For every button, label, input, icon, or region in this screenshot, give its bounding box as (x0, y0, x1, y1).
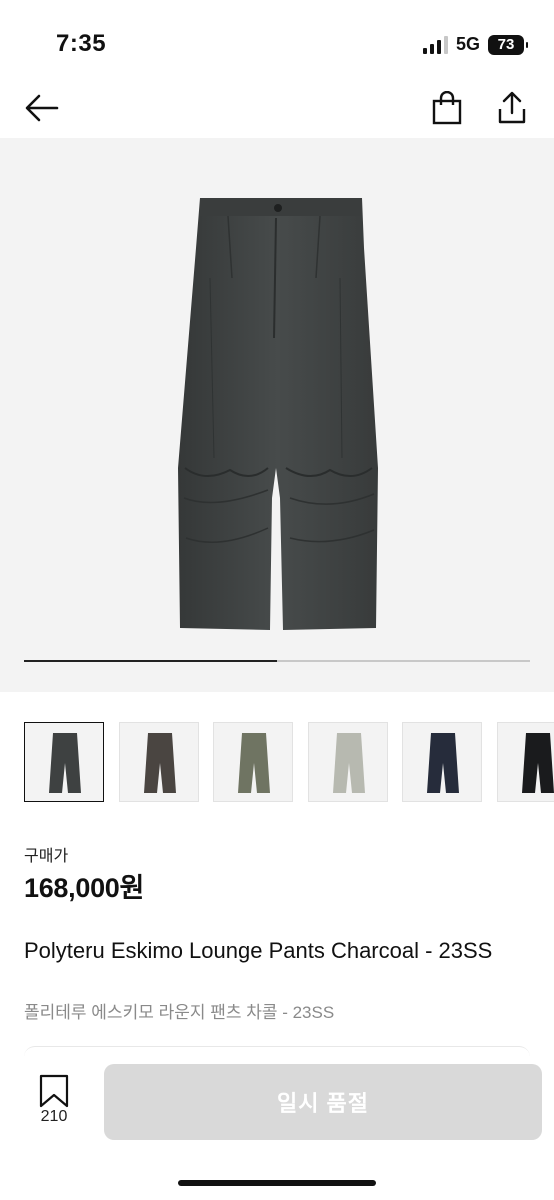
pants-thumbnail-image (49, 733, 81, 793)
nav-bar (0, 80, 554, 136)
status-time: 7:35 (56, 30, 107, 57)
bag-button[interactable] (427, 88, 467, 128)
product-image-carousel[interactable] (0, 138, 554, 692)
pants-thumbnail-image (427, 733, 459, 793)
network-type: 5G (455, 34, 480, 54)
carousel-progress (24, 660, 530, 662)
status-bar: 7:35 5G 73 (0, 0, 554, 80)
status-indicators: 5G 73 (422, 34, 528, 55)
color-thumbnail-black[interactable] (496, 722, 554, 802)
color-thumbnail-charcoal[interactable] (24, 722, 104, 802)
back-button[interactable] (22, 88, 62, 128)
pants-thumbnail-image (521, 733, 554, 793)
sold-out-button[interactable]: 일시 품절 (104, 1064, 542, 1140)
shopping-bag-icon (432, 91, 462, 125)
bookmark-count: 210 (40, 1108, 68, 1125)
home-indicator (178, 1180, 376, 1186)
product-title-ko: 폴리테루 에스키모 라운지 팬츠 차콜 - 23SS (24, 1003, 335, 1022)
battery-icon: 73 (488, 34, 528, 55)
share-button[interactable] (492, 88, 532, 128)
price-value: 168,000원 (24, 873, 145, 903)
price-label: 구매가 (24, 848, 69, 865)
pants-thumbnail-image (238, 733, 270, 793)
color-thumbnail-khaki[interactable] (213, 722, 293, 802)
pants-thumbnail-image (332, 733, 365, 793)
cellular-signal-icon (422, 35, 448, 54)
color-thumbnail-light-gray[interactable] (307, 722, 388, 802)
share-icon (498, 91, 526, 124)
color-thumbnail-list (24, 722, 554, 806)
battery-level: 73 (497, 36, 515, 53)
pants-thumbnail-image (143, 733, 176, 793)
carousel-progress-fill (24, 660, 277, 662)
arrow-left-icon (25, 94, 59, 122)
bookmark-button[interactable]: 210 (30, 1074, 78, 1134)
bookmark-icon (39, 1074, 69, 1108)
product-title-en: Polyteru Eskimo Lounge Pants Charcoal - … (24, 938, 493, 963)
color-thumbnail-brown-gray[interactable] (118, 722, 199, 802)
color-thumbnail-navy[interactable] (402, 722, 482, 802)
bottom-action-bar: 210 일시 품절 (0, 1056, 554, 1200)
pants-photo (178, 198, 378, 630)
